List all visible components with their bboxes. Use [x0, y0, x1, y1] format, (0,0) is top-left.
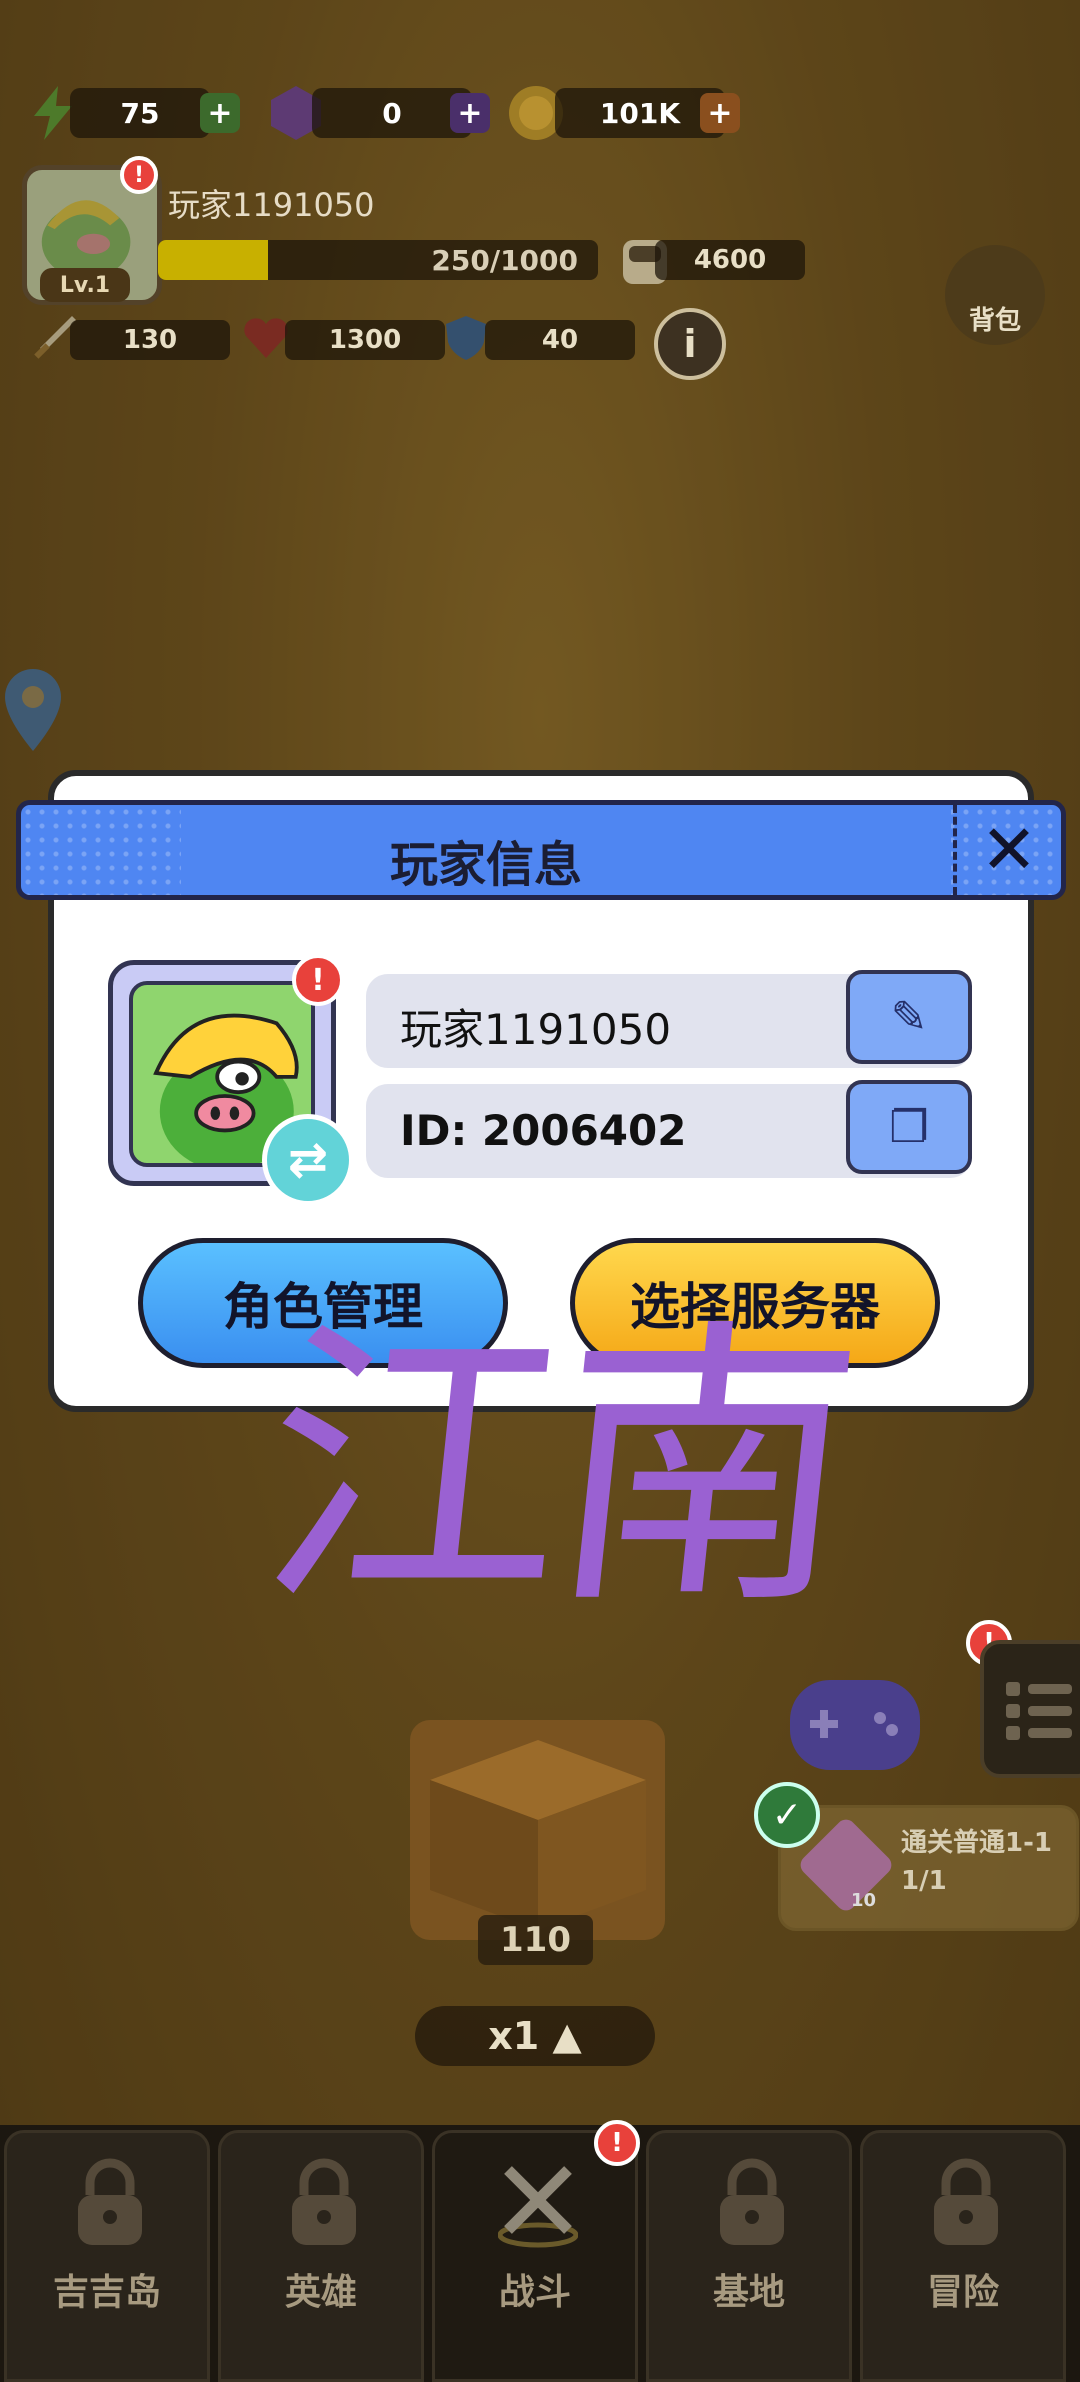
nav-tab-heroes[interactable]: 英雄 — [218, 2130, 424, 2382]
power-value: 4600 — [655, 240, 805, 280]
gamepad-button[interactable] — [790, 1680, 920, 1770]
gem-plus-button[interactable]: + — [450, 93, 490, 133]
hp-value: 1300 — [285, 320, 445, 360]
swap-avatar-button[interactable]: ⇄ — [262, 1114, 354, 1206]
lock-icon — [934, 2158, 998, 2245]
copy-icon: ❐ — [889, 1101, 929, 1153]
map-pin-icon[interactable] — [0, 665, 66, 755]
speed-toggle[interactable]: x1 ▲ — [415, 2006, 655, 2066]
dialog-title: 玩家信息 — [389, 837, 582, 893]
attack-value: 130 — [70, 320, 230, 360]
list-icon — [1006, 1682, 1072, 1740]
battle-alert-badge: ! — [594, 2120, 640, 2166]
energy-value: 75 — [70, 88, 210, 138]
name-field: 玩家1191050 ✎ — [366, 970, 972, 1068]
defense-value: 40 — [485, 320, 635, 360]
lock-icon — [720, 2158, 784, 2245]
xp-fill — [158, 240, 268, 280]
chest-count: 110 — [478, 1915, 593, 1965]
task-complete-check-icon: ✓ — [754, 1782, 820, 1848]
crossed-swords-icon — [498, 2166, 578, 2248]
lock-icon — [78, 2158, 142, 2245]
nav-tab-base[interactable]: 基地 — [646, 2130, 852, 2382]
energy-plus-button[interactable]: + — [200, 93, 240, 133]
nav-label: 基地 — [712, 2272, 785, 2313]
box-icon — [430, 1740, 646, 1930]
nav-tab-adventure[interactable]: 冒险 — [860, 2130, 1066, 2382]
nav-label: 吉吉岛 — [52, 2272, 161, 2313]
name-value: 玩家1191050 — [400, 1005, 672, 1054]
close-button[interactable]: ✕ — [953, 805, 1061, 895]
dialog-avatar-alert-badge: ! — [292, 954, 344, 1006]
nav-label: 冒险 — [926, 2272, 999, 2313]
menu-list-button[interactable] — [980, 1640, 1080, 1778]
copy-id-button[interactable]: ❐ — [846, 1080, 972, 1174]
dialog-header: 玩家信息 ✕ — [16, 800, 1066, 900]
player-name: 玩家1191050 — [168, 186, 375, 224]
lock-icon — [292, 2158, 356, 2245]
supply-chest[interactable] — [410, 1720, 665, 1940]
nav-tab-battle[interactable]: 战斗 — [432, 2130, 638, 2382]
nav-label: 战斗 — [498, 2272, 571, 2313]
edit-icon: ✎ — [890, 991, 928, 1043]
id-value: ID: 2006402 — [400, 1106, 687, 1155]
task-progress: 1/1 — [901, 1866, 947, 1896]
close-icon: ✕ — [980, 810, 1038, 890]
avatar-alert-badge: ! — [120, 156, 158, 194]
nav-tab-island[interactable]: 吉吉岛 — [4, 2130, 210, 2382]
level-tag: Lv.1 — [40, 268, 130, 302]
edit-name-button[interactable]: ✎ — [846, 970, 972, 1064]
bag-button[interactable]: 背包 — [945, 245, 1045, 345]
info-button[interactable]: i — [654, 308, 726, 380]
gamepad-icon — [810, 1710, 898, 1738]
watermark-text: 江南 — [246, 1295, 864, 1644]
task-gem-count: 10 — [851, 1890, 877, 1911]
swap-icon: ⇄ — [287, 1132, 329, 1188]
id-field: ID: 2006402 ❐ — [366, 1080, 972, 1178]
task-card[interactable]: 10 通关普通1-1 1/1 — [778, 1805, 1079, 1931]
xp-text: 250/1000 — [431, 244, 578, 277]
coin-plus-button[interactable]: + — [700, 93, 740, 133]
gem-value: 0 — [312, 88, 472, 138]
task-title: 通关普通1-1 — [901, 1828, 1052, 1858]
nav-label: 英雄 — [284, 2272, 357, 2313]
xp-bar: 250/1000 — [158, 240, 598, 280]
